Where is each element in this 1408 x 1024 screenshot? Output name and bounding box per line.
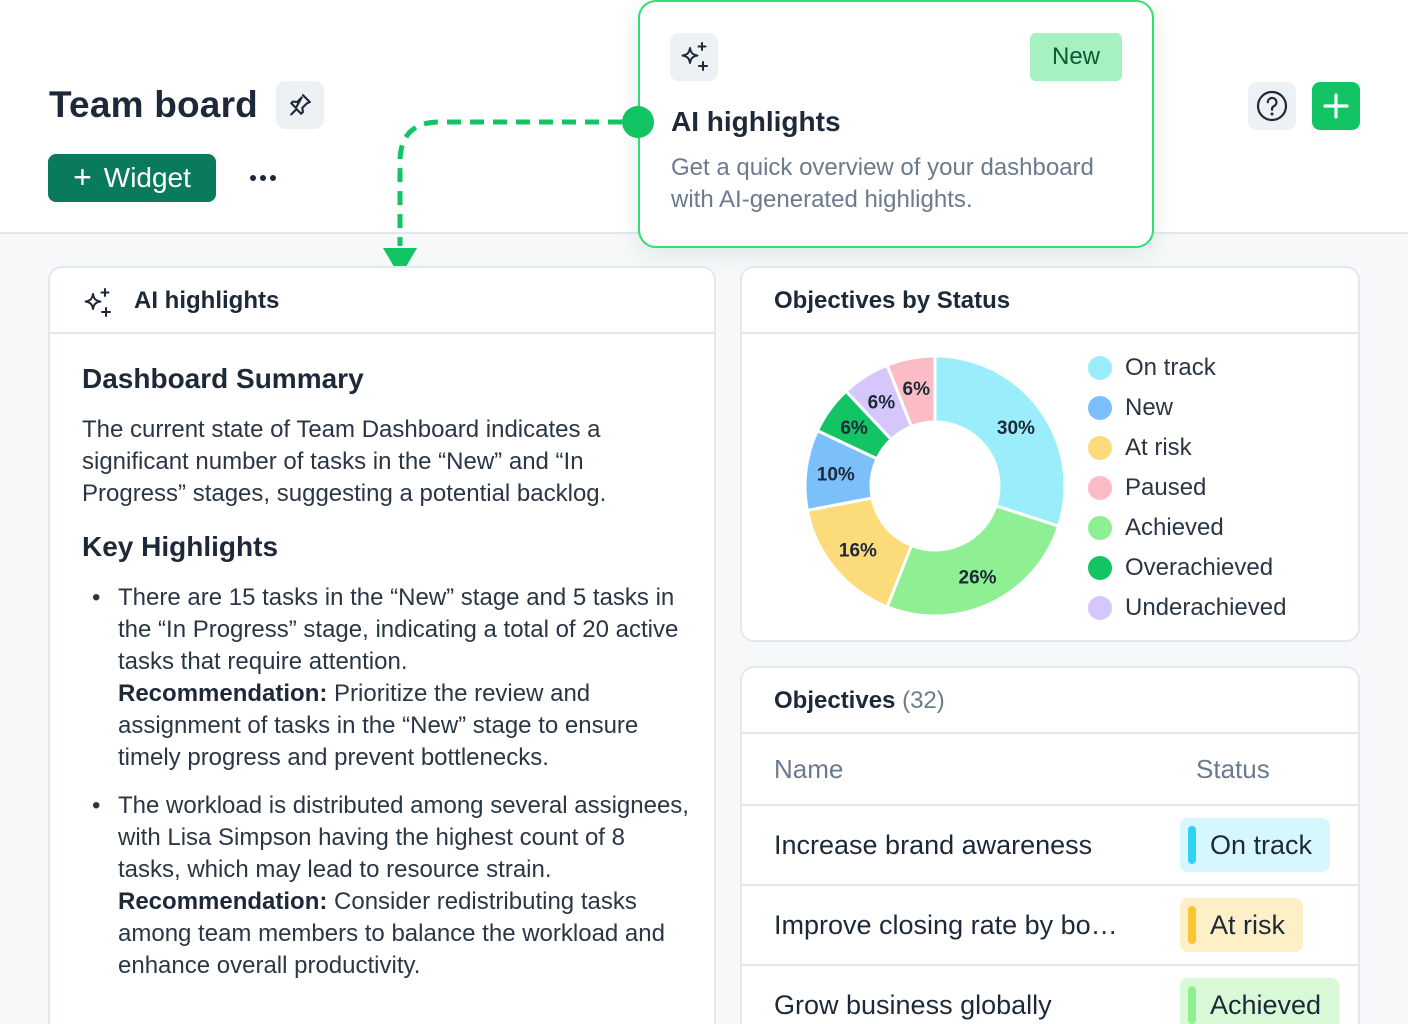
sparkle-icon	[681, 42, 708, 71]
highlight-text: There are 15 tasks in the “New” stage an…	[118, 584, 679, 675]
objectives-table-card: Objectives (32) Name Status Increase bra…	[740, 666, 1360, 1024]
help-icon	[1256, 90, 1288, 122]
slice-data-label: 10%	[817, 464, 855, 485]
list-item: There are 15 tasks in the “New” stage an…	[82, 582, 692, 774]
legend-swatch	[1088, 476, 1112, 500]
more-dot-icon	[270, 175, 276, 181]
legend-swatch	[1088, 396, 1112, 420]
page-title: Team board	[49, 84, 258, 125]
column-header-name[interactable]: Name	[774, 754, 843, 785]
new-badge: New	[1030, 33, 1122, 81]
card-header: Objectives by Status	[742, 268, 1358, 334]
status-color-bar	[1188, 826, 1196, 864]
status-label: At risk	[1210, 909, 1286, 940]
plus-icon	[1323, 93, 1349, 119]
objectives-title: Objectives	[774, 687, 896, 714]
help-button[interactable]	[1248, 82, 1296, 130]
status-badge[interactable]: At risk	[1180, 898, 1304, 952]
table-header-row: Name Status	[742, 734, 1358, 806]
add-widget-label: Widget	[103, 162, 191, 193]
more-dot-icon	[250, 175, 256, 181]
slice-data-label: 6%	[903, 379, 931, 400]
legend-item[interactable]: Overachieved	[1088, 548, 1286, 588]
table-row[interactable]: Increase brand awareness On track	[742, 806, 1358, 886]
slice-data-label: 26%	[959, 567, 997, 588]
legend-swatch	[1088, 356, 1112, 380]
legend-label: Overachieved	[1125, 554, 1274, 581]
more-options-button[interactable]	[243, 160, 283, 196]
card-header: AI highlights	[50, 268, 714, 334]
status-label: On track	[1210, 829, 1313, 860]
sparkle-icon-box	[670, 33, 718, 81]
ai-highlights-card: AI highlights Dashboard Summary The curr…	[48, 266, 716, 1024]
recommendation: Recommendation: Prioritize the review an…	[118, 678, 692, 774]
more-dot-icon	[260, 175, 266, 181]
legend-item[interactable]: Underachieved	[1088, 588, 1286, 628]
legend-label: On track	[1125, 354, 1216, 381]
legend-item[interactable]: At risk	[1088, 428, 1286, 468]
ai-highlights-popover: New AI highlights Get a quick overview o…	[638, 0, 1154, 248]
legend-swatch	[1088, 436, 1112, 460]
key-highlights-heading: Key Highlights	[82, 531, 279, 562]
list-item: The workload is distributed among severa…	[82, 790, 692, 982]
status-color-bar	[1188, 906, 1196, 944]
slice-data-label: 16%	[839, 541, 877, 562]
donut-slice-on-track[interactable]	[933, 354, 1067, 529]
slice-data-label: 30%	[997, 418, 1035, 439]
pin-icon	[290, 94, 311, 116]
highlight-text: The workload is distributed among severa…	[118, 792, 689, 883]
legend-label: Paused	[1125, 474, 1207, 501]
connector-dot	[622, 106, 654, 138]
highlights-list: There are 15 tasks in the “New” stage an…	[82, 582, 692, 998]
slice-data-label: 6%	[868, 393, 896, 414]
legend-swatch	[1088, 556, 1112, 580]
legend-swatch	[1088, 596, 1112, 620]
add-widget-button[interactable]: + Widget	[48, 154, 216, 202]
slice-data-label: 6%	[840, 418, 868, 439]
objectives-by-status-card: Objectives by Status 30% 26% 16% 10% 6% 6% 6% …	[740, 266, 1360, 642]
table-row[interactable]: Grow business globally Achieved	[742, 966, 1358, 1024]
objective-name: Increase brand awareness	[774, 830, 1093, 860]
table-row[interactable]: Improve closing rate by bo… At risk	[742, 886, 1358, 966]
objectives-count: (32)	[902, 687, 945, 714]
card-title: Objectives by Status	[774, 287, 1011, 314]
legend-item[interactable]: On track	[1088, 348, 1286, 388]
recommendation: Recommendation: Consider redistributing …	[118, 886, 692, 982]
popover-description: Get a quick overview of your dashboard w…	[671, 154, 1094, 213]
summary-text: The current state of Team Dashboard indi…	[82, 416, 607, 507]
objective-name: Grow business globally	[774, 990, 1052, 1020]
legend-label: Achieved	[1125, 514, 1224, 541]
recommendation-label: Recommendation:	[118, 680, 328, 707]
card-title: AI highlights	[134, 287, 280, 314]
donut-chart: 30%26%16%10%6%6%6%	[803, 354, 1067, 618]
legend-label: At risk	[1125, 434, 1192, 461]
chart-legend: On track New At risk Paused Achieved Overachi…	[1088, 348, 1286, 628]
status-color-bar	[1188, 986, 1196, 1024]
card-title: Objectives (32)	[774, 687, 945, 715]
status-label: Achieved	[1210, 989, 1322, 1020]
column-header-status[interactable]: Status	[1196, 754, 1270, 785]
status-badge[interactable]: On track	[1180, 818, 1331, 872]
donut-slice-achieved[interactable]	[885, 503, 1061, 618]
add-button[interactable]	[1312, 82, 1360, 130]
legend-swatch	[1088, 516, 1112, 540]
sparkle-icon	[84, 288, 111, 317]
objective-name: Improve closing rate by bo…	[774, 910, 1118, 940]
legend-item[interactable]: New	[1088, 388, 1286, 428]
legend-label: New	[1125, 394, 1174, 421]
summary-heading: Dashboard Summary	[82, 363, 364, 394]
legend-label: Underachieved	[1125, 594, 1287, 621]
pin-button[interactable]	[276, 81, 324, 129]
legend-item[interactable]: Achieved	[1088, 508, 1286, 548]
card-header: Objectives (32)	[742, 668, 1358, 734]
plus-icon: +	[73, 158, 92, 195]
popover-title: AI highlights	[671, 106, 841, 137]
legend-item[interactable]: Paused	[1088, 468, 1286, 508]
recommendation-label: Recommendation:	[118, 888, 328, 915]
status-badge[interactable]: Achieved	[1180, 978, 1340, 1024]
